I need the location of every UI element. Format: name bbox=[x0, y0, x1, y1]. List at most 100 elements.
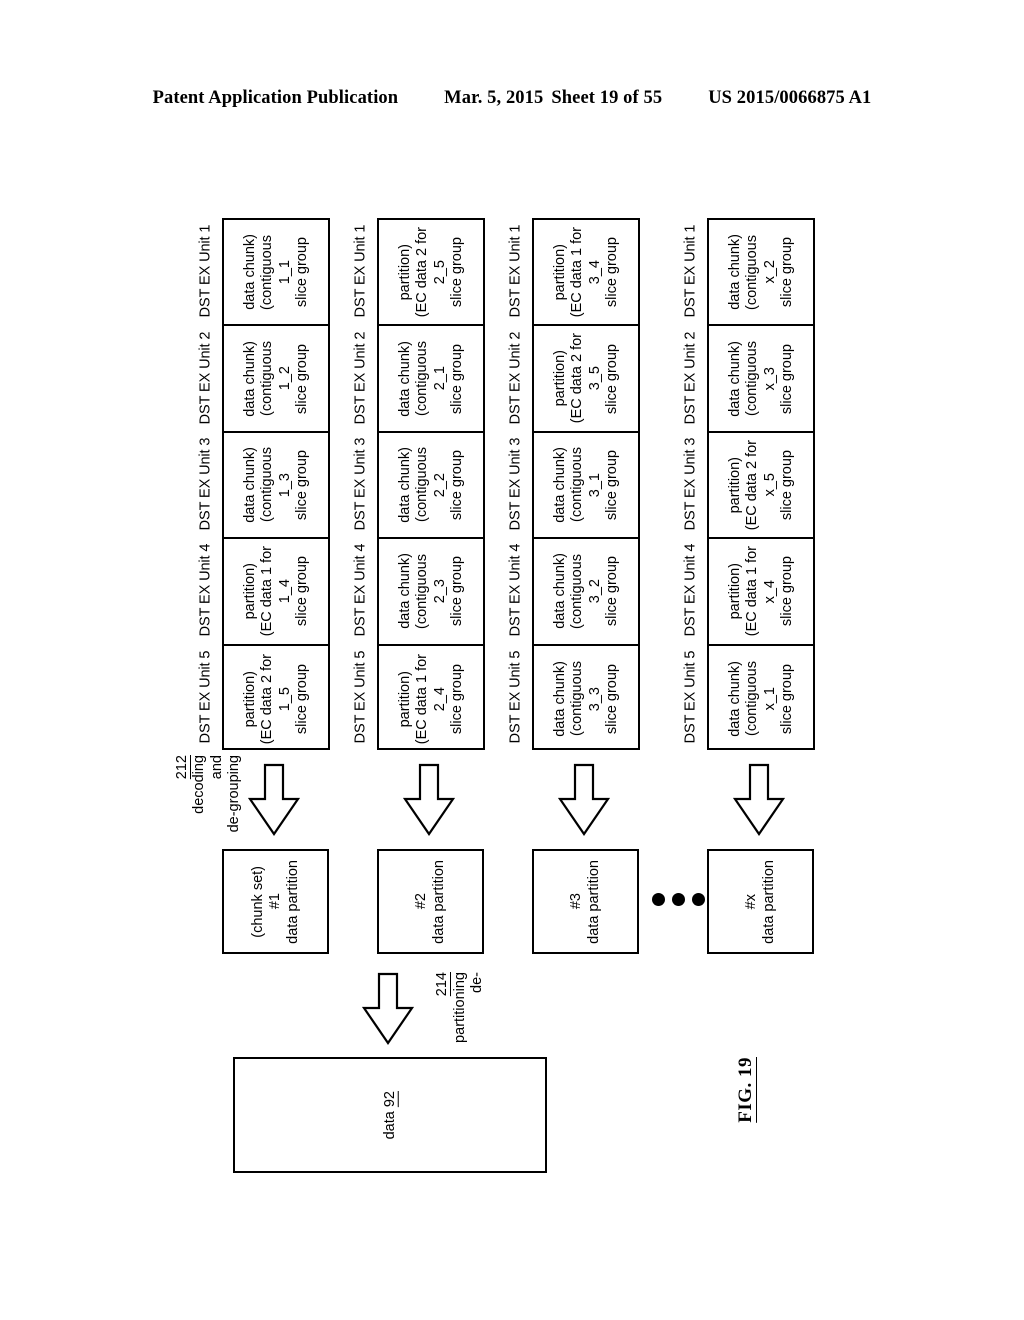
unit-label-text: DST EX Unit 1 bbox=[682, 224, 698, 318]
partition-number: #1 bbox=[267, 893, 284, 910]
unit-label-text: DST EX Unit 3 bbox=[352, 437, 368, 531]
slice-group-title: slice group bbox=[293, 237, 310, 308]
data-partition-box-4: data partition #x bbox=[707, 849, 814, 954]
unit-label-4: DST EX Unit 4 bbox=[347, 537, 373, 643]
slice-group-cell: slice group 3_4 (EC data 1 for partition) bbox=[534, 220, 638, 327]
slice-group-title: slice group bbox=[293, 556, 310, 627]
slice-group-title: slice group bbox=[448, 556, 465, 627]
unit-label-text: DST EX Unit 1 bbox=[352, 224, 368, 318]
slice-group-name: 2_3 bbox=[431, 579, 448, 604]
slice-group-title: slice group bbox=[603, 343, 620, 414]
slice-group-note-2: data chunk) bbox=[396, 340, 413, 417]
slice-group-name: 1_5 bbox=[276, 686, 293, 711]
data-partition-box-2: data partition #2 bbox=[377, 849, 484, 954]
slice-group-note-2: partition) bbox=[241, 670, 258, 727]
slice-group-note-1: (contiguous bbox=[414, 447, 431, 523]
unit-label-5: DST EX Unit 5 bbox=[192, 644, 218, 750]
slice-group-cell: slice group x_4 (EC data 1 for partition) bbox=[709, 539, 813, 646]
unit-label-column: DST EX Unit 1 DST EX Unit 2 DST EX Unit 3 D… bbox=[677, 218, 703, 750]
slice-group-note-2: data chunk) bbox=[241, 340, 258, 417]
slice-group-title: slice group bbox=[603, 663, 620, 734]
unit-label-column: DST EX Unit 1 DST EX Unit 2 DST EX Unit 3 D… bbox=[347, 218, 373, 750]
unit-label-text: DST EX Unit 4 bbox=[682, 544, 698, 637]
slice-group-cell: slice group 2_3 (contiguous data chunk) bbox=[379, 539, 483, 646]
slice-group-name: 1_4 bbox=[276, 579, 293, 604]
unit-label-2: DST EX Unit 2 bbox=[347, 324, 373, 430]
data-partition-box-1: data partition #1 (chunk set) bbox=[222, 849, 329, 954]
slice-group-note-2: data chunk) bbox=[241, 447, 258, 523]
data-box: data 92 bbox=[233, 1057, 547, 1173]
unit-label-text: DST EX Unit 2 bbox=[507, 331, 523, 424]
slice-group-cells: slice group x_2 (contiguous data chunk) slic… bbox=[707, 218, 815, 750]
slice-group-name: 3_4 bbox=[586, 260, 603, 285]
unit-label-text: DST EX Unit 5 bbox=[197, 650, 213, 744]
slice-group-name: x_2 bbox=[761, 260, 778, 284]
degrouping-line-1: de-grouping bbox=[226, 755, 243, 833]
partition-ellipsis bbox=[652, 893, 705, 906]
ellipsis-dot bbox=[652, 893, 665, 906]
slice-group-title: slice group bbox=[778, 663, 795, 734]
data-partition-box-3: data partition #3 bbox=[532, 849, 639, 954]
degrouping-line-2: and bbox=[208, 755, 225, 780]
unit-label-1: DST EX Unit 1 bbox=[677, 218, 703, 324]
slice-group-cell: slice group 2_5 (EC data 2 for partition) bbox=[379, 220, 483, 327]
slice-group-title: slice group bbox=[293, 663, 310, 734]
unit-label-3: DST EX Unit 3 bbox=[677, 431, 703, 537]
slice-group-cell: slice group x_3 (contiguous data chunk) bbox=[709, 326, 813, 433]
slice-group-note-2: partition) bbox=[551, 243, 568, 301]
unit-label-text: DST EX Unit 4 bbox=[507, 544, 523, 637]
slice-group-title: slice group bbox=[778, 449, 795, 521]
slice-group-name: 2_5 bbox=[431, 260, 448, 285]
partition-label: data partition bbox=[761, 859, 777, 944]
partition-label: data partition bbox=[431, 859, 447, 944]
slice-group-cell: slice group 2_1 (contiguous data chunk) bbox=[379, 326, 483, 433]
slice-group-cell: slice group 3_2 (contiguous data chunk) bbox=[534, 539, 638, 646]
slice-group-cells: slice group 3_4 (EC data 1 for partition) sl… bbox=[532, 218, 640, 750]
unit-label-text: DST EX Unit 1 bbox=[507, 224, 523, 318]
slice-group-name: 3_1 bbox=[586, 472, 603, 498]
slice-group-note-2: partition) bbox=[726, 563, 743, 620]
departitioning-line-2: partitioning bbox=[451, 972, 468, 1043]
unit-label-column: DST EX Unit 1 DST EX Unit 2 DST EX Unit 3 D… bbox=[192, 218, 218, 750]
unit-label-text: DST EX Unit 3 bbox=[507, 437, 523, 531]
slice-group-title: slice group bbox=[603, 449, 620, 521]
slice-group-note-2: data chunk) bbox=[551, 660, 568, 737]
slice-group-note-1: (contiguous bbox=[569, 447, 586, 523]
slice-group-name: 2_2 bbox=[431, 472, 448, 498]
slice-group-note-2: data chunk) bbox=[726, 340, 743, 417]
degrouping-arrow-2 bbox=[403, 763, 455, 837]
partition-label: data partition bbox=[586, 859, 602, 944]
slice-group-cell: slice group 1_2 (contiguous data chunk) bbox=[224, 326, 328, 433]
slice-group-cell: slice group 3_5 (EC data 2 for partition) bbox=[534, 326, 638, 433]
slice-group-cells: slice group 2_5 (EC data 2 for partition) sl… bbox=[377, 218, 485, 750]
slice-group-name: 3_3 bbox=[586, 686, 603, 711]
slice-group-note-2: data chunk) bbox=[726, 660, 743, 737]
degrouping-arrow-3 bbox=[558, 763, 610, 837]
slice-group-title: slice group bbox=[778, 556, 795, 627]
degrouping-arrow-4 bbox=[733, 763, 785, 837]
degrouping-arrow-1 bbox=[248, 763, 300, 837]
unit-label-text: DST EX Unit 2 bbox=[352, 331, 368, 424]
slice-group-note-1: (contiguous bbox=[414, 553, 431, 629]
slice-group-note-1: (contiguous bbox=[414, 341, 431, 417]
partition-note: (chunk set) bbox=[249, 865, 266, 938]
unit-label-1: DST EX Unit 1 bbox=[502, 218, 528, 324]
slice-group-note-2: partition) bbox=[396, 670, 413, 727]
departitioning-ref-number: 214 bbox=[434, 972, 451, 997]
slice-group-note-1: (contiguous bbox=[259, 234, 276, 310]
slice-group-title: slice group bbox=[448, 343, 465, 414]
slice-group-cells: slice group 1_1 (contiguous data chunk) slic… bbox=[222, 218, 330, 750]
slice-group-note-1: (contiguous bbox=[569, 661, 586, 737]
slice-group-cell: slice group x_1 (contiguous data chunk) bbox=[709, 646, 813, 752]
unit-label-4: DST EX Unit 4 bbox=[192, 537, 218, 643]
partition-label: data partition bbox=[284, 859, 301, 944]
unit-label-text: DST EX Unit 2 bbox=[197, 331, 213, 424]
slice-group-name: x_3 bbox=[761, 366, 778, 391]
slice-group-note-1: (contiguous bbox=[744, 341, 761, 417]
slice-group-note-2: data chunk) bbox=[241, 234, 258, 311]
data-box-label: data 92 bbox=[382, 1090, 398, 1140]
slice-group-name: x_1 bbox=[761, 687, 778, 711]
slice-group-note-2: data chunk) bbox=[726, 234, 743, 311]
unit-label-5: DST EX Unit 5 bbox=[677, 644, 703, 750]
unit-label-5: DST EX Unit 5 bbox=[502, 644, 528, 750]
